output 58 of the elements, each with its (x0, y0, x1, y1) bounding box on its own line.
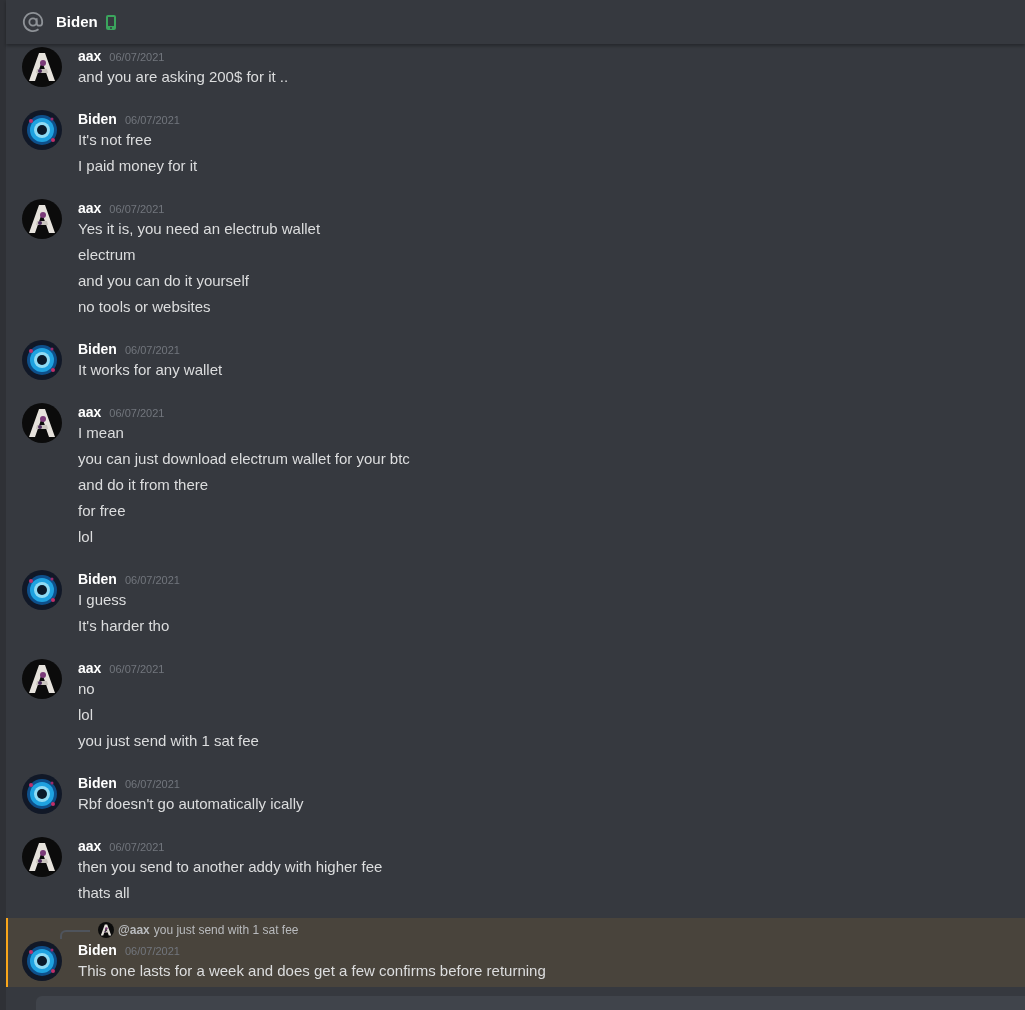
message-text: and do it from there (78, 475, 210, 495)
message-text: electrum (78, 245, 137, 265)
message-text: I guess (78, 590, 128, 610)
author-name[interactable]: aax (78, 402, 102, 423)
author-name[interactable]: Biden (78, 109, 117, 130)
timestamp: 06/07/2021 (124, 573, 180, 588)
message-text: then you send to another addy with higher fee (78, 857, 383, 877)
message-text: thats all (78, 883, 131, 903)
avatar-icon[interactable] (98, 922, 114, 938)
timestamp: 06/07/2021 (109, 202, 165, 217)
mention-icon (22, 11, 44, 33)
timestamp: 06/07/2021 (109, 50, 165, 65)
channel-title: Biden (56, 11, 98, 32)
reply-preview[interactable]: you just send with 1 sat fee (153, 921, 299, 939)
avatar-icon[interactable] (22, 941, 62, 981)
message-text: and you are asking 200$ for it .. (78, 67, 289, 87)
message-text: you just send with 1 sat fee (78, 731, 259, 751)
author-name[interactable]: aax (78, 836, 102, 857)
avatar-icon[interactable] (22, 47, 62, 87)
avatar-icon[interactable] (22, 340, 62, 380)
author-name[interactable]: Biden (78, 940, 117, 961)
timestamp: 06/07/2021 (109, 662, 165, 677)
avatar-icon[interactable] (22, 570, 62, 610)
timestamp: 06/07/2021 (124, 944, 180, 959)
message-text: Rbf doesn't go automatically ically (78, 794, 304, 814)
message-text: This one lasts for a week and does get a few confirms before returning (78, 961, 546, 981)
message-text: It's harder tho (78, 616, 171, 636)
avatar-icon[interactable] (22, 837, 62, 877)
reply-author[interactable]: @aax (118, 921, 150, 939)
message-text: lol (78, 527, 94, 547)
avatar-icon[interactable] (22, 110, 62, 150)
message-text: you can just download electrum wallet for your btc (78, 449, 410, 469)
message-text: for free (78, 501, 127, 521)
timestamp: 06/07/2021 (109, 406, 165, 421)
message-text: lol (78, 705, 94, 725)
message-text: I paid money for it (78, 156, 198, 176)
timestamp: 06/07/2021 (124, 343, 180, 358)
timestamp: 06/07/2021 (124, 777, 180, 792)
author-name[interactable]: Biden (78, 339, 117, 360)
message-text: no tools or websites (78, 297, 212, 317)
avatar-icon[interactable] (22, 199, 62, 239)
author-name[interactable]: Biden (78, 569, 117, 590)
avatar-icon[interactable] (22, 403, 62, 443)
author-name[interactable]: aax (78, 46, 102, 67)
author-name[interactable]: aax (78, 198, 102, 219)
message-text: It's not free (78, 130, 153, 150)
reply-connector (60, 930, 90, 939)
message-text: It works for any wallet (78, 360, 223, 380)
avatar-icon[interactable] (22, 774, 62, 814)
message-text: Yes it is, you need an electrub wallet (78, 219, 321, 239)
author-name[interactable]: Biden (78, 773, 117, 794)
message-text: I mean (78, 423, 125, 443)
timestamp: 06/07/2021 (109, 840, 165, 855)
message-text: and you can do it yourself (78, 271, 250, 291)
timestamp: 06/07/2021 (124, 113, 180, 128)
message-text: no (78, 679, 96, 699)
author-name[interactable]: aax (78, 658, 102, 679)
avatar-icon[interactable] (22, 659, 62, 699)
